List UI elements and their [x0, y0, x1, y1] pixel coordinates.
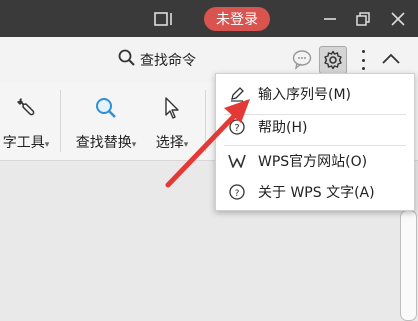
menu-item-help[interactable]: ? 帮助(H)	[216, 112, 414, 142]
about-icon: ?	[228, 183, 246, 201]
search-command-label: 查找命令	[140, 53, 196, 69]
magnifier-icon	[94, 96, 118, 124]
svg-text:?: ?	[235, 189, 240, 199]
select-label: 选择▾	[155, 135, 189, 151]
menu-item-label: 输入序列号(M)	[258, 87, 352, 103]
vertical-scrollbar-thumb[interactable]	[400, 210, 417, 321]
find-replace-label: 查找替换▾	[75, 135, 137, 151]
settings-gear-button[interactable]	[319, 46, 347, 74]
gear-icon	[324, 50, 342, 70]
menu-item-wps-website[interactable]: WPS官方网站(O)	[216, 146, 414, 176]
more-options-icon[interactable]	[358, 50, 368, 70]
restore-icon[interactable]	[352, 8, 374, 30]
help-icon: ?	[228, 118, 246, 136]
menu-item-label: 关于 WPS 文字(A)	[258, 185, 375, 201]
title-bar: 未登录	[0, 0, 418, 37]
collapse-ribbon-icon[interactable]	[381, 51, 401, 67]
settings-dropdown-menu: 输入序列号(M) ? 帮助(H) WPS官方网站(O) ? 关于 WPS 文字(…	[215, 73, 415, 211]
cursor-icon	[162, 96, 182, 124]
wrench-icon	[15, 96, 37, 122]
text-tools-button[interactable]: 字工具▾	[0, 96, 52, 152]
minimize-icon[interactable]	[319, 8, 341, 30]
search-command-button[interactable]: 查找命令	[118, 49, 196, 71]
text-tools-label: 字工具▾	[2, 135, 50, 151]
wps-logo-icon	[228, 152, 246, 170]
comment-icon[interactable]	[291, 48, 313, 70]
select-button[interactable]: 选择▾	[150, 96, 194, 152]
svg-text:?: ?	[234, 123, 239, 134]
menu-item-label: WPS官方网站(O)	[258, 154, 368, 170]
login-button[interactable]: 未登录	[204, 7, 270, 31]
ribbon-divider	[60, 90, 61, 152]
close-icon[interactable]	[387, 8, 409, 30]
ribbon-divider	[205, 90, 206, 152]
menu-item-enter-serial[interactable]: 输入序列号(M)	[216, 79, 414, 109]
find-replace-button[interactable]: 查找替换▾	[70, 96, 142, 152]
menu-item-about[interactable]: ? 关于 WPS 文字(A)	[216, 177, 414, 207]
search-icon	[118, 49, 136, 71]
layout-toggle-icon[interactable]	[153, 8, 175, 30]
pencil-icon	[228, 85, 246, 103]
menu-item-label: 帮助(H)	[258, 120, 308, 136]
